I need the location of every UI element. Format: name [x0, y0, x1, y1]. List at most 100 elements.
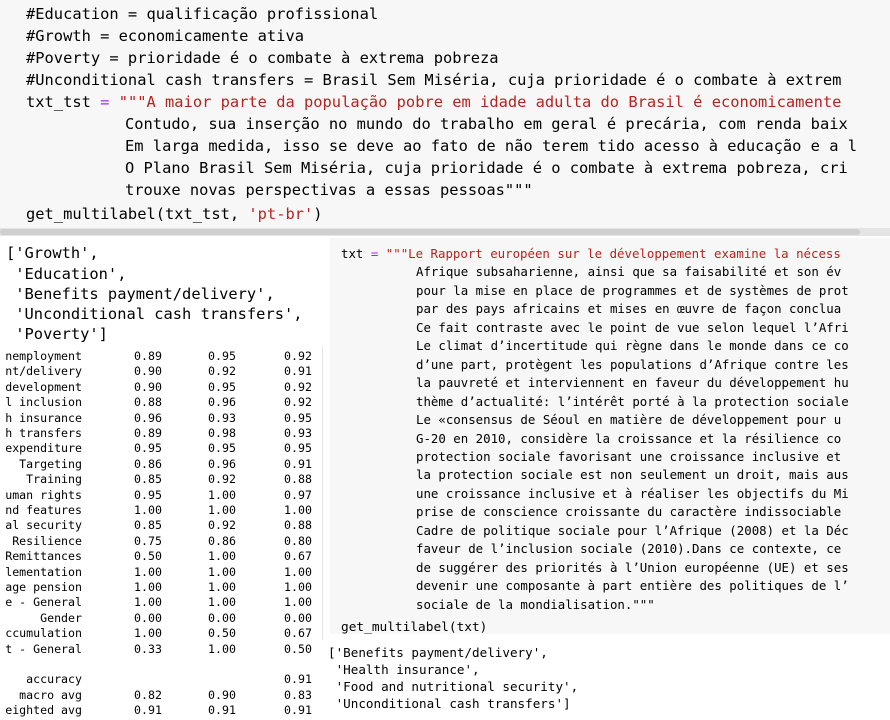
comment-growth: #Growth = economicamente ativa: [26, 27, 304, 45]
f1-value: 0.67: [284, 549, 312, 564]
recall-value: 0.91: [208, 703, 236, 718]
precision-value: 0.90: [134, 364, 162, 379]
report-class-label: age pension: [5, 580, 82, 594]
recall-value: 0.96: [208, 456, 236, 471]
output-line: 'Unconditional cash transfers',: [6, 305, 303, 323]
string-line: G-20 en 2010, considère la croissance et…: [416, 430, 842, 446]
output-line: ['Benefits payment/delivery',: [328, 645, 548, 660]
recall-value: 0.96: [208, 395, 236, 410]
recall-value: 1.00: [208, 487, 236, 502]
recall-value: 0.00: [208, 610, 236, 625]
f1-value: 1.00: [284, 580, 312, 594]
report-row: Resilience 0.75 0.86 0.80: [0, 534, 322, 549]
report-row: e - General 1.00 1.00 1.00: [0, 595, 322, 610]
f1-value: 0.83: [284, 687, 312, 702]
f1-value: 0.91: [284, 456, 312, 471]
report-class-label: e - General: [5, 595, 82, 610]
recall-value: 1.00: [208, 595, 236, 610]
f1-value: 0.88: [284, 472, 312, 487]
assignment-line: txt = """Le Rapport européen sur le déve…: [341, 244, 841, 263]
recall-value: 0.93: [208, 410, 236, 425]
report-row: al security 0.85 0.92 0.88: [0, 518, 322, 533]
report-row: age pension 1.00 1.00 1.00: [0, 580, 322, 595]
recall-value: 1.00: [208, 641, 236, 656]
report-row: ccumulation 1.00 0.50 0.67: [0, 626, 322, 641]
f1-value: 0.92: [284, 349, 312, 363]
report-class-label: expenditure: [5, 441, 82, 456]
function-call: get_multilabel(txt): [341, 620, 488, 634]
function-arg: 'pt-br': [248, 205, 314, 223]
code-cell-french[interactable]: txt = """Le Rapport européen sur le déve…: [330, 238, 890, 634]
string-line: sociale de la mondialisation.""": [416, 596, 655, 612]
precision-value: 0.85: [134, 472, 162, 487]
scrollbar-thumb[interactable]: [0, 229, 860, 235]
report-row: Training 0.85 0.92 0.88: [0, 472, 322, 487]
string-line: thème d’actualité: l’intérêt porté à la …: [416, 393, 849, 409]
report-class-label: h insurance: [5, 410, 82, 425]
precision-value: 0.82: [134, 687, 162, 702]
string-line-1: """A maior parte da população pobre em i…: [118, 93, 842, 111]
precision-value: 1.00: [134, 580, 162, 594]
recall-value: 1.00: [208, 549, 236, 564]
string-line: Le «consensus de Séoul en matière de dév…: [416, 412, 842, 428]
horizontal-scrollbar[interactable]: [0, 228, 890, 236]
string-line: prise de conscience croissante du caract…: [416, 504, 842, 520]
output-labels-fr: ['Benefits payment/delivery', 'Health in…: [322, 640, 890, 720]
precision-value: 0.33: [134, 641, 162, 656]
precision-value: 1.00: [134, 503, 162, 517]
f1-value: 1.00: [284, 503, 312, 517]
string-line: la protection sociale est non seulement …: [416, 467, 849, 483]
f1-value: 0.91: [284, 672, 312, 687]
report-class-label: Targeting: [19, 456, 82, 471]
precision-value: 0.86: [134, 456, 162, 471]
output-line: 'Food and nutritional security',: [328, 679, 579, 694]
precision-value: 0.95: [134, 441, 162, 456]
output-line: 'Education',: [6, 265, 127, 283]
f1-value: 0.92: [284, 379, 312, 394]
precision-value: 0.91: [134, 703, 162, 718]
function-call: get_multilabel(txt_tst,: [26, 205, 249, 223]
recall-value: 1.00: [208, 580, 236, 594]
report-row: t - General 0.33 1.00 0.50: [0, 642, 322, 657]
string-line: de suggérer des priorités à l’Union euro…: [416, 559, 849, 575]
string-line: protection sociale favorisant une croiss…: [416, 448, 842, 464]
string-line: devenir une composante à part entière de…: [416, 578, 849, 594]
code-cell-top[interactable]: #Education = qualificação profissional #…: [0, 0, 890, 229]
precision-value: 0.50: [134, 549, 162, 564]
report-row: nt/delivery 0.90 0.92 0.91: [0, 364, 322, 379]
report-class-label: macro avg: [19, 687, 82, 702]
comment-education: #Education = qualificação profissional: [26, 5, 379, 23]
report-row: expenditure 0.95 0.95 0.95: [0, 441, 322, 456]
precision-value: 0.89: [134, 349, 162, 363]
string-line: Cadre de politique sociale pour l’Afriqu…: [416, 522, 849, 538]
precision-value: 0.89: [134, 426, 162, 440]
report-row: [0, 657, 322, 672]
f1-value: 0.80: [284, 533, 312, 548]
classification-report: nemployment 0.89 0.95 0.92 nt/delivery 0.90 0.…: [0, 346, 323, 720]
output-line: ['Growth',: [6, 244, 99, 262]
precision-value: 0.95: [134, 487, 162, 502]
report-class-label: accuracy: [26, 672, 82, 687]
output-line: 'Poverty']: [6, 325, 108, 343]
report-row: accuracy 0.91: [0, 672, 322, 687]
string-line: la pauvreté et interviennent en faveur d…: [416, 375, 849, 391]
precision-value: 0.75: [134, 533, 162, 548]
variable-name: txt: [341, 246, 364, 261]
precision-value: 0.88: [134, 395, 162, 410]
report-class-label: al security: [5, 518, 82, 533]
string-line-4: O Plano Brasil Sem Miséria, cuja priorid…: [125, 159, 848, 177]
report-class-label: eighted avg: [5, 703, 82, 718]
report-row: Targeting 0.86 0.96 0.91: [0, 457, 322, 472]
f1-value: 1.00: [284, 595, 312, 610]
f1-value: 0.67: [284, 626, 312, 641]
report-class-label: Training: [26, 472, 82, 487]
report-class-label: nd features: [5, 503, 82, 517]
precision-value: 0.90: [134, 379, 162, 394]
report-row: nemployment 0.89 0.95 0.92: [0, 349, 322, 364]
precision-value: 1.00: [134, 564, 162, 579]
assign-operator: =: [363, 246, 386, 261]
string-line: par des pays africains et mises en œuvre…: [416, 301, 842, 317]
output-line: 'Benefits payment/delivery',: [6, 285, 275, 303]
f1-value: 0.92: [284, 395, 312, 410]
precision-value: 0.96: [134, 410, 162, 425]
